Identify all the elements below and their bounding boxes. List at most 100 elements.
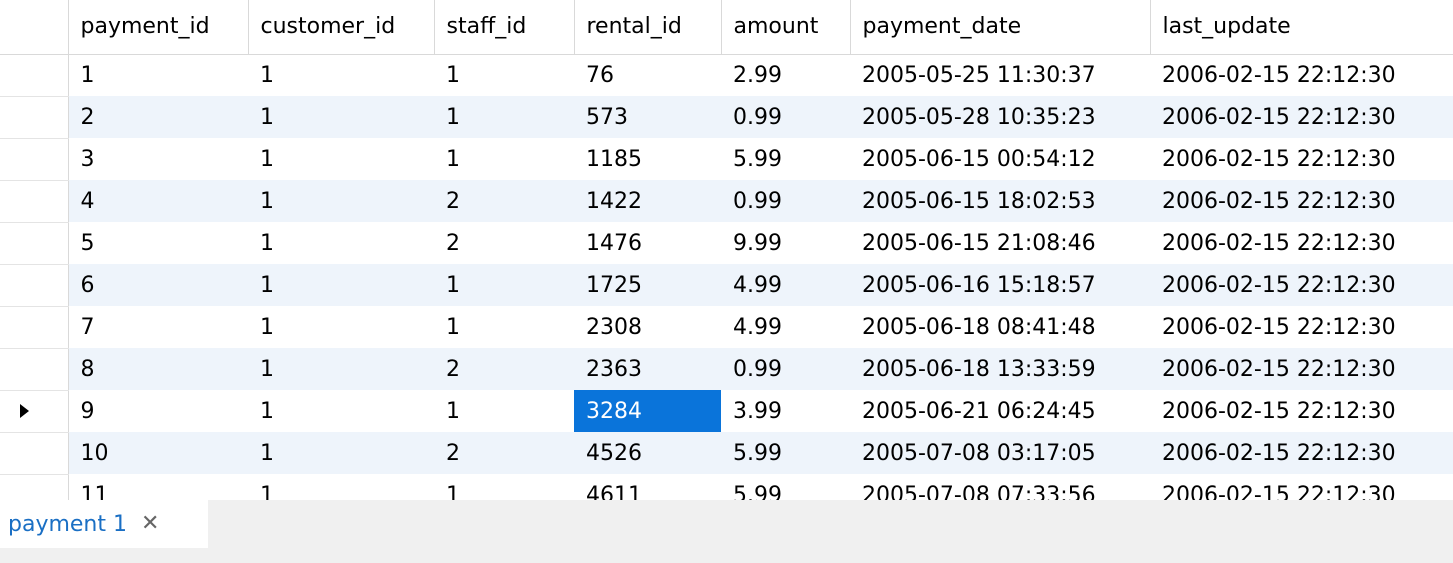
row-header[interactable] bbox=[0, 474, 69, 500]
row-header[interactable] bbox=[0, 222, 69, 265]
cell-payment-id[interactable]: 2 bbox=[68, 96, 248, 138]
cell-last-update[interactable]: 2006-02-15 22:12:30 bbox=[1150, 432, 1453, 474]
cell-payment-date[interactable]: 2005-05-28 10:35:23 bbox=[850, 96, 1150, 138]
table-row[interactable]: 11 1 1 4611 5.99 2005-07-08 07:33:56 2006-02-1… bbox=[0, 474, 1453, 500]
cell-last-update[interactable]: 2006-02-15 22:12:30 bbox=[1150, 306, 1453, 348]
table-row[interactable]: 8 1 2 2363 0.99 2005-06-18 13:33:59 2006-02-15… bbox=[0, 348, 1453, 391]
cell-customer-id[interactable]: 1 bbox=[248, 390, 434, 432]
cell-staff-id[interactable]: 1 bbox=[434, 138, 574, 180]
table-row[interactable]: 5 1 2 1476 9.99 2005-06-15 21:08:46 2006-02-15… bbox=[0, 222, 1453, 265]
table-row[interactable]: 1 1 1 76 2.99 2005-05-25 11:30:37 2006-02-15 2… bbox=[0, 54, 1453, 97]
column-header-amount[interactable]: amount bbox=[721, 0, 851, 55]
cell-last-update[interactable]: 2006-02-15 22:12:30 bbox=[1150, 180, 1453, 222]
cell-amount[interactable]: 4.99 bbox=[721, 264, 850, 306]
column-header-last-update[interactable]: last_update bbox=[1150, 0, 1453, 55]
cell-payment-date[interactable]: 2005-06-16 15:18:57 bbox=[850, 264, 1150, 306]
cell-payment-id[interactable]: 11 bbox=[68, 474, 248, 501]
cell-payment-date[interactable]: 2005-07-08 07:33:56 bbox=[850, 474, 1150, 501]
cell-staff-id[interactable]: 1 bbox=[434, 306, 574, 348]
cell-payment-id[interactable]: 4 bbox=[68, 180, 248, 222]
table-row[interactable]: 7 1 1 2308 4.99 2005-06-18 08:41:48 2006-02-15… bbox=[0, 306, 1453, 349]
cell-customer-id[interactable]: 1 bbox=[248, 180, 434, 222]
cell-payment-id[interactable]: 5 bbox=[68, 222, 248, 264]
cell-rental-id[interactable]: 1422 bbox=[574, 180, 721, 222]
cell-amount[interactable]: 2.99 bbox=[721, 54, 850, 96]
tab-payment-1[interactable]: payment 1 ✕ bbox=[0, 500, 208, 548]
cell-payment-date[interactable]: 2005-06-15 18:02:53 bbox=[850, 180, 1150, 222]
cell-rental-id[interactable]: 76 bbox=[574, 54, 721, 96]
row-header[interactable] bbox=[0, 264, 69, 307]
cell-rental-id[interactable]: 1185 bbox=[574, 138, 721, 180]
cell-rental-id[interactable]: 2308 bbox=[574, 306, 721, 348]
cell-customer-id[interactable]: 1 bbox=[248, 348, 434, 390]
cell-rental-id[interactable]: 4611 bbox=[574, 474, 721, 501]
cell-amount[interactable]: 3.99 bbox=[721, 390, 850, 432]
cell-amount[interactable]: 5.99 bbox=[721, 474, 850, 501]
cell-customer-id[interactable]: 1 bbox=[248, 264, 434, 306]
cell-staff-id[interactable]: 2 bbox=[434, 222, 574, 264]
cell-payment-date[interactable]: 2005-06-18 13:33:59 bbox=[850, 348, 1150, 390]
cell-staff-id[interactable]: 1 bbox=[434, 474, 574, 501]
row-header[interactable] bbox=[0, 180, 69, 223]
row-header[interactable] bbox=[0, 432, 69, 475]
cell-payment-id[interactable]: 9 bbox=[68, 390, 248, 432]
tab-label[interactable]: payment 1 bbox=[8, 512, 127, 537]
cell-payment-date[interactable]: 2005-06-15 21:08:46 bbox=[850, 222, 1150, 264]
cell-amount[interactable]: 0.99 bbox=[721, 348, 850, 390]
cell-payment-date[interactable]: 2005-06-21 06:24:45 bbox=[850, 390, 1150, 432]
cell-last-update[interactable]: 2006-02-15 22:12:30 bbox=[1150, 96, 1453, 138]
cell-rental-id[interactable]: 2363 bbox=[574, 348, 721, 390]
cell-payment-date[interactable]: 2005-07-08 03:17:05 bbox=[850, 432, 1150, 474]
cell-customer-id[interactable]: 1 bbox=[248, 96, 434, 138]
table-row[interactable]: 2 1 1 573 0.99 2005-05-28 10:35:23 2006-02-15 … bbox=[0, 96, 1453, 139]
row-header[interactable] bbox=[0, 138, 69, 181]
row-header[interactable] bbox=[0, 306, 69, 349]
cell-staff-id[interactable]: 1 bbox=[434, 390, 574, 432]
cell-last-update[interactable]: 2006-02-15 22:12:30 bbox=[1150, 54, 1453, 96]
cell-payment-id[interactable]: 10 bbox=[68, 432, 248, 474]
cell-last-update[interactable]: 2006-02-15 22:12:30 bbox=[1150, 138, 1453, 180]
cell-payment-id[interactable]: 7 bbox=[68, 306, 248, 348]
row-header[interactable] bbox=[0, 390, 69, 433]
cell-staff-id[interactable]: 1 bbox=[434, 54, 574, 96]
cell-customer-id[interactable]: 1 bbox=[248, 432, 434, 474]
cell-staff-id[interactable]: 2 bbox=[434, 348, 574, 390]
column-header-rental-id[interactable]: rental_id bbox=[574, 0, 722, 55]
cell-last-update[interactable]: 2006-02-15 22:12:30 bbox=[1150, 474, 1453, 501]
cell-amount[interactable]: 5.99 bbox=[721, 138, 850, 180]
cell-customer-id[interactable]: 1 bbox=[248, 54, 434, 96]
cell-last-update[interactable]: 2006-02-15 22:12:30 bbox=[1150, 264, 1453, 306]
cell-customer-id[interactable]: 1 bbox=[248, 222, 434, 264]
table-row[interactable]: 9 1 1 3284 3.99 2005-06-21 06:24:45 2006-02-15… bbox=[0, 390, 1453, 433]
cell-rental-id[interactable]: 4526 bbox=[574, 432, 721, 474]
cell-payment-id[interactable]: 3 bbox=[68, 138, 248, 180]
row-header[interactable] bbox=[0, 54, 69, 97]
table-row[interactable]: 6 1 1 1725 4.99 2005-06-16 15:18:57 2006-02-15… bbox=[0, 264, 1453, 307]
cell-customer-id[interactable]: 1 bbox=[248, 138, 434, 180]
cell-customer-id[interactable]: 1 bbox=[248, 306, 434, 348]
cell-rental-id[interactable]: 573 bbox=[574, 96, 721, 138]
table-row[interactable]: 10 1 2 4526 5.99 2005-07-08 03:17:05 2006-02-1… bbox=[0, 432, 1453, 475]
cell-last-update[interactable]: 2006-02-15 22:12:30 bbox=[1150, 390, 1453, 432]
cell-amount[interactable]: 5.99 bbox=[721, 432, 850, 474]
cell-staff-id[interactable]: 2 bbox=[434, 432, 574, 474]
column-header-payment-date[interactable]: payment_date bbox=[850, 0, 1151, 55]
row-header[interactable] bbox=[0, 348, 69, 391]
cell-payment-id[interactable]: 8 bbox=[68, 348, 248, 390]
column-header-customer-id[interactable]: customer_id bbox=[248, 0, 435, 55]
cell-last-update[interactable]: 2006-02-15 22:12:30 bbox=[1150, 348, 1453, 390]
cell-rental-id[interactable]: 1725 bbox=[574, 264, 721, 306]
cell-amount[interactable]: 4.99 bbox=[721, 306, 850, 348]
cell-rental-id[interactable]: 1476 bbox=[574, 222, 721, 264]
cell-amount[interactable]: 0.99 bbox=[721, 180, 850, 222]
cell-last-update[interactable]: 2006-02-15 22:12:30 bbox=[1150, 222, 1453, 264]
cell-staff-id[interactable]: 2 bbox=[434, 180, 574, 222]
cell-amount[interactable]: 9.99 bbox=[721, 222, 850, 264]
table-row[interactable]: 4 1 2 1422 0.99 2005-06-15 18:02:53 2006-02-15… bbox=[0, 180, 1453, 223]
cell-amount[interactable]: 0.99 bbox=[721, 96, 850, 138]
cell-payment-date[interactable]: 2005-06-18 08:41:48 bbox=[850, 306, 1150, 348]
result-grid[interactable]: payment_id customer_id staff_id rental_id am… bbox=[0, 0, 1453, 500]
cell-payment-date[interactable]: 2005-06-15 00:54:12 bbox=[850, 138, 1150, 180]
row-header[interactable] bbox=[0, 96, 69, 139]
column-header-staff-id[interactable]: staff_id bbox=[434, 0, 575, 55]
